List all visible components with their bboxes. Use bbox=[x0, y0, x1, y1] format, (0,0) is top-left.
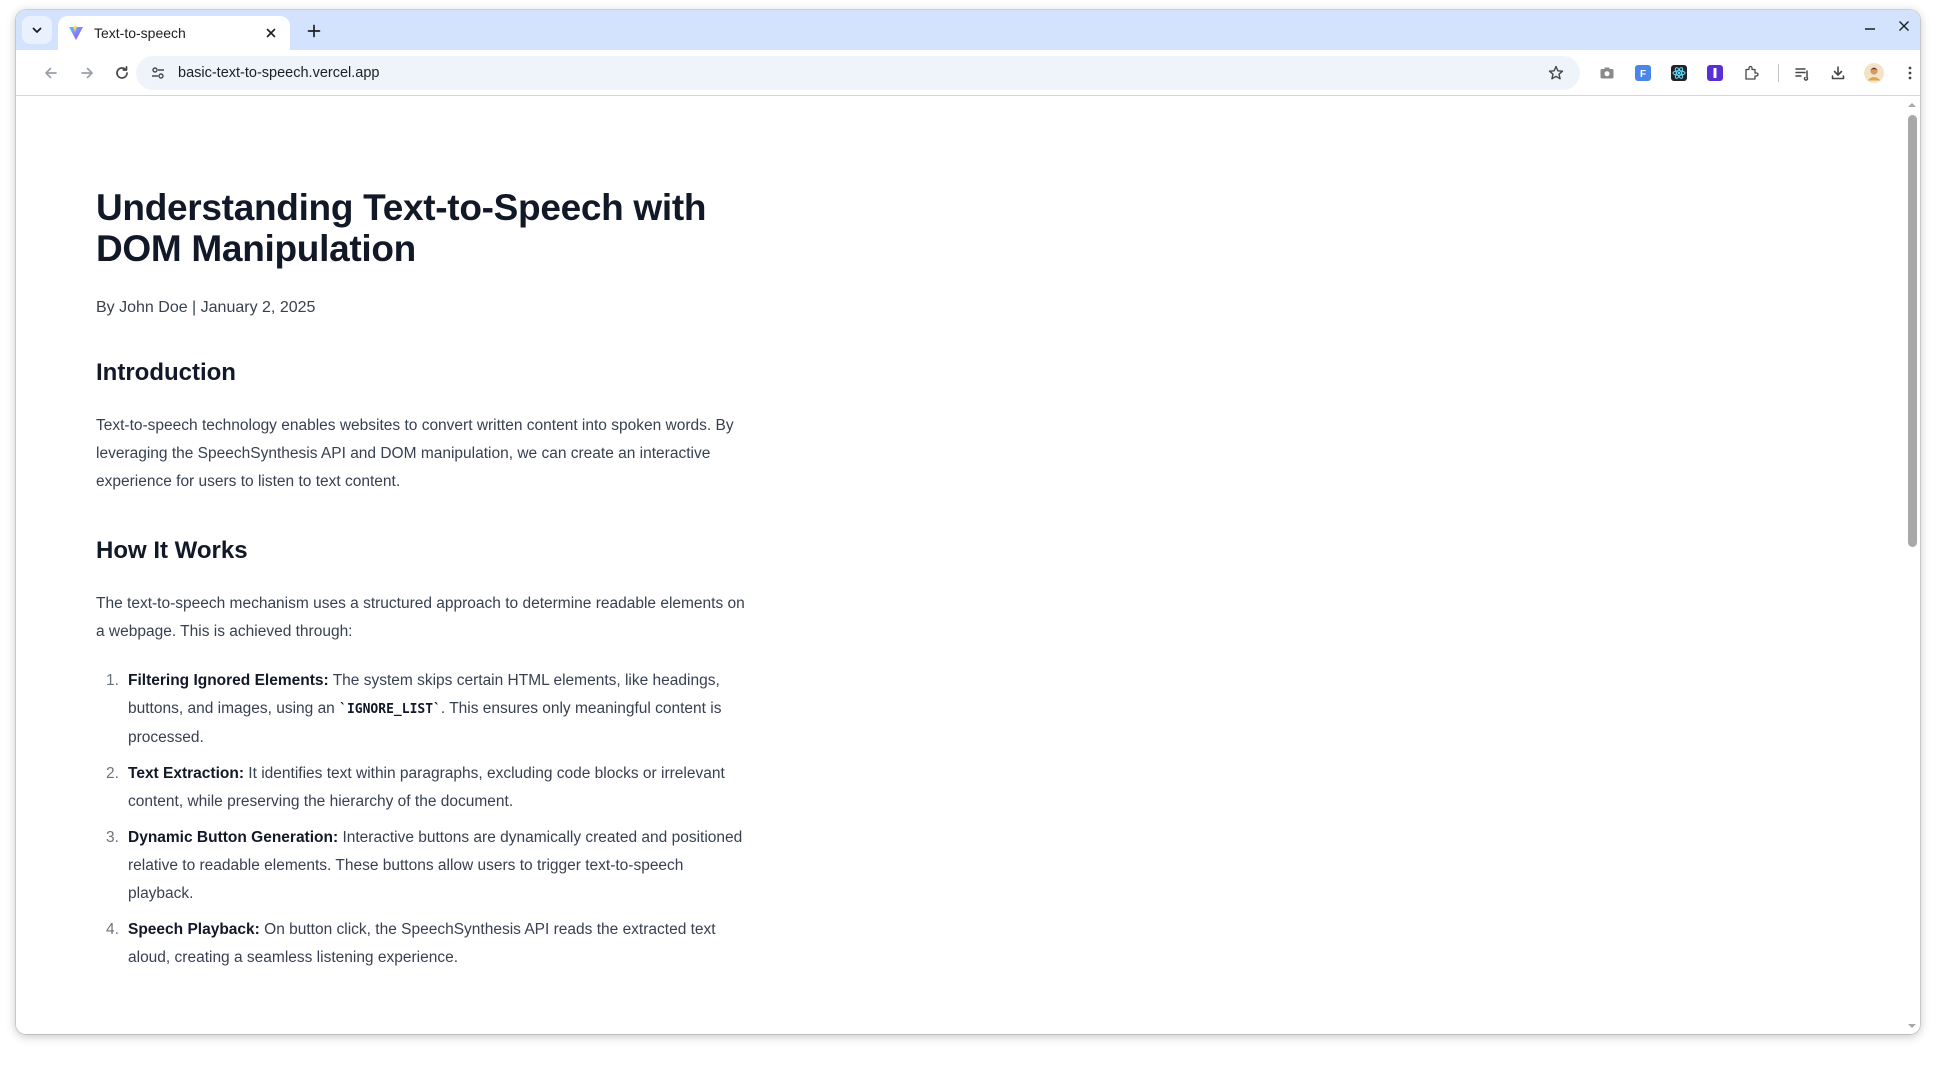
bookmark-star-icon[interactable] bbox=[1544, 61, 1568, 85]
tab-close-icon[interactable] bbox=[262, 24, 280, 42]
page-viewport: Understanding Text-to-Speech with DOM Ma… bbox=[16, 97, 1904, 1034]
tab-active[interactable]: Text-to-speech bbox=[58, 16, 290, 50]
back-button[interactable] bbox=[38, 60, 64, 86]
arrow-left-icon bbox=[45, 67, 57, 79]
toolbar-divider bbox=[1778, 64, 1779, 82]
forward-button[interactable] bbox=[74, 60, 100, 86]
new-tab-button[interactable] bbox=[300, 19, 328, 43]
browser-window: Text-to-speech basic-text-to-speech.verc… bbox=[16, 10, 1920, 1034]
step-title: Filtering Ignored Elements: bbox=[128, 672, 329, 689]
minimize-icon[interactable] bbox=[1862, 18, 1878, 34]
reload-button[interactable] bbox=[109, 60, 135, 86]
step-title: Speech Playback: bbox=[128, 921, 260, 938]
step-title: Dynamic Button Generation: bbox=[128, 829, 339, 846]
chevron-down-icon bbox=[32, 27, 42, 33]
list-item: 4. Speech Playback: On button click, the… bbox=[96, 916, 746, 972]
page-title: Understanding Text-to-Speech with DOM Ma… bbox=[96, 187, 707, 269]
scroll-up-arrow-icon[interactable] bbox=[1908, 101, 1916, 109]
plus-icon bbox=[307, 24, 321, 38]
scroll-down-arrow-icon[interactable] bbox=[1908, 1022, 1916, 1030]
list-number: 1. bbox=[106, 672, 119, 689]
step-title: Text Extraction: bbox=[128, 765, 244, 782]
menu-icon[interactable] bbox=[1897, 60, 1920, 86]
address-bar[interactable]: basic-text-to-speech.vercel.app bbox=[136, 56, 1580, 90]
scrollbar-thumb[interactable] bbox=[1908, 115, 1917, 547]
reading-list-icon[interactable] bbox=[1789, 60, 1815, 86]
url-text[interactable]: basic-text-to-speech.vercel.app bbox=[178, 65, 1544, 81]
list-item: 1. Filtering Ignored Elements: The syste… bbox=[96, 667, 746, 752]
page-scrollbar[interactable] bbox=[1904, 97, 1920, 1034]
translate-icon[interactable]: F bbox=[1630, 60, 1656, 86]
section-heading-introduction: Introduction bbox=[96, 359, 236, 386]
downloads-icon[interactable] bbox=[1825, 60, 1851, 86]
camera-icon[interactable] bbox=[1594, 60, 1620, 86]
window-controls bbox=[1862, 18, 1912, 34]
close-window-icon[interactable] bbox=[1896, 18, 1912, 34]
intro-paragraph: Text-to-speech technology enables websit… bbox=[96, 417, 734, 490]
list-number: 3. bbox=[106, 829, 119, 846]
article-meta: By John Doe | January 2, 2025 bbox=[96, 299, 316, 316]
extensions-puzzle-icon[interactable] bbox=[1738, 60, 1764, 86]
password-manager-icon[interactable] bbox=[1702, 60, 1728, 86]
inline-code: `IGNORE_LIST` bbox=[339, 702, 441, 717]
section-heading-how-it-works: How It Works bbox=[96, 537, 248, 564]
extensions-bar: F bbox=[1594, 60, 1920, 86]
tab-title: Text-to-speech bbox=[94, 25, 186, 41]
steps-list: 1. Filtering Ignored Elements: The syste… bbox=[96, 667, 746, 972]
list-number: 4. bbox=[106, 921, 119, 938]
profile-avatar[interactable] bbox=[1861, 60, 1887, 86]
site-info-icon[interactable] bbox=[146, 61, 170, 85]
reload-icon bbox=[116, 65, 128, 79]
list-item: 3. Dynamic Button Generation: Interactiv… bbox=[96, 824, 746, 908]
tab-strip: Text-to-speech bbox=[16, 10, 1920, 50]
article: Understanding Text-to-Speech with DOM Ma… bbox=[96, 97, 746, 980]
react-devtools-icon[interactable] bbox=[1666, 60, 1692, 86]
arrow-right-icon bbox=[81, 67, 93, 79]
tab-search-button[interactable] bbox=[22, 16, 52, 44]
list-number: 2. bbox=[106, 765, 119, 782]
svg-text:F: F bbox=[1640, 69, 1646, 80]
browser-toolbar: basic-text-to-speech.vercel.app F bbox=[16, 50, 1920, 96]
vite-favicon-icon bbox=[69, 26, 83, 40]
how-paragraph: The text-to-speech mechanism uses a stru… bbox=[96, 595, 745, 640]
list-item: 2. Text Extraction: It identifies text w… bbox=[96, 760, 746, 816]
